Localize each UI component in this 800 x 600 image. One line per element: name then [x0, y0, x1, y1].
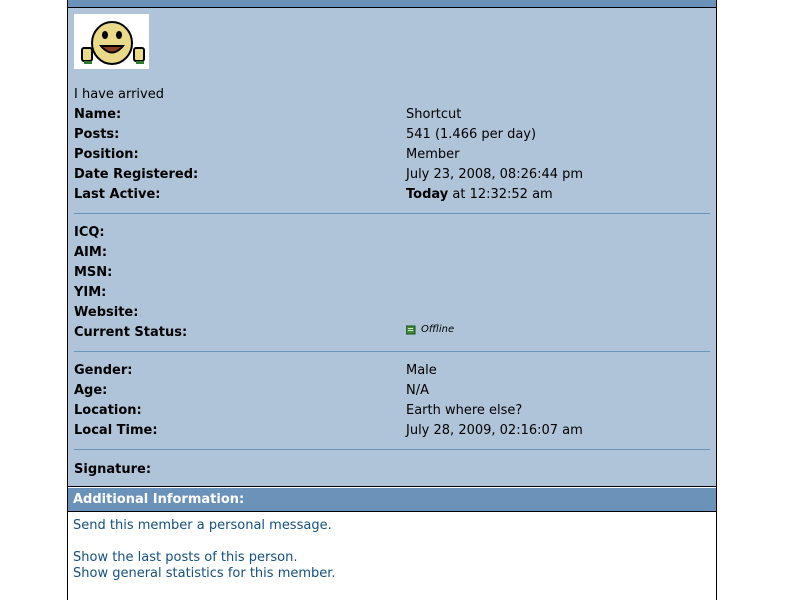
offline-text: Offline — [421, 324, 455, 335]
website-label: Website: — [74, 305, 139, 320]
name-label: Name: — [74, 107, 122, 122]
additional-information-header: Additional Information: — [68, 488, 716, 512]
local-time-label: Local Time: — [74, 423, 158, 438]
last-active-label: Last Active: — [74, 187, 161, 202]
current-status-value: Offline — [405, 324, 455, 335]
gender-label: Gender: — [74, 363, 133, 378]
location-value: Earth where else? — [406, 403, 523, 418]
location-label: Location: — [74, 403, 142, 418]
offline-status-icon — [405, 325, 416, 335]
section-divider — [74, 213, 710, 214]
position-label: Position: — [74, 147, 139, 162]
send-personal-message-link[interactable]: Send this member a personal message. — [73, 518, 332, 533]
position-value: Member — [406, 147, 460, 162]
last-active-value: Today at 12:32:52 am — [406, 187, 553, 202]
show-last-posts-link[interactable]: Show the last posts of this person. — [73, 550, 297, 565]
date-registered-value: July 23, 2008, 08:26:44 pm — [406, 167, 584, 182]
posts-label: Posts: — [74, 127, 120, 142]
name-value: Shortcut — [406, 107, 462, 122]
personal-text: I have arrived — [74, 87, 164, 102]
section-divider — [74, 351, 710, 352]
yim-label: YIM: — [74, 285, 107, 300]
posts-value: 541 (1.466 per day) — [406, 127, 537, 142]
signature-label: Signature: — [74, 462, 152, 477]
profile-panel: I have arrived Name: Shortcut Posts: 541… — [68, 8, 716, 487]
local-time-value: July 28, 2009, 02:16:07 am — [406, 423, 583, 438]
smiley-avatar-icon — [74, 14, 149, 69]
msn-label: MSN: — [74, 265, 113, 280]
aim-label: AIM: — [74, 245, 108, 260]
profile-frame: I have arrived Name: Shortcut Posts: 541… — [67, 0, 717, 600]
section-divider — [74, 449, 710, 450]
top-header-bar — [68, 0, 716, 8]
last-active-today: Today — [406, 187, 449, 202]
age-label: Age: — [74, 383, 108, 398]
icq-label: ICQ: — [74, 225, 105, 240]
age-value: N/A — [406, 383, 429, 398]
gender-value: Male — [406, 363, 437, 378]
current-status-label: Current Status: — [74, 325, 188, 340]
show-statistics-link[interactable]: Show general statistics for this member. — [73, 566, 336, 581]
date-registered-label: Date Registered: — [74, 167, 199, 182]
last-active-time: at 12:32:52 am — [448, 187, 553, 202]
